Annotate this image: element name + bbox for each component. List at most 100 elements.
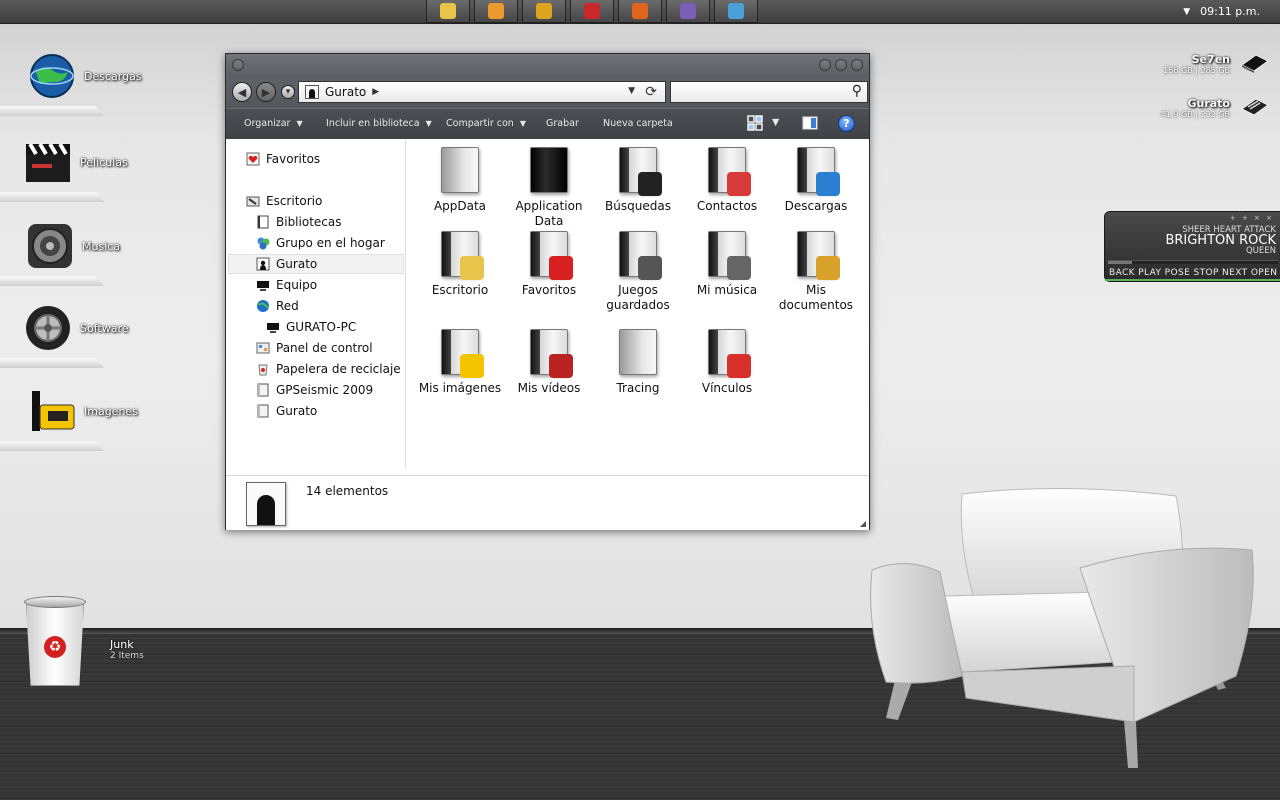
shelf-peliculas[interactable]: Peliculas [0,136,140,206]
tree-item-recycle-bin[interactable]: Papelera de reciclaje [256,360,401,378]
minimize-button[interactable] [819,59,831,71]
folder-item[interactable]: Búsquedas [596,147,680,214]
search-icon[interactable]: ⚲ [852,83,862,99]
junk-count: 2 Items [110,651,144,661]
removable-drive-icon [1241,98,1269,116]
photo-viewer-icon [728,3,744,19]
preview-pane-icon[interactable] [802,115,818,131]
links-folder-icon [708,329,751,378]
folder-badge [727,172,751,196]
pidgin-icon [680,3,696,19]
tree-item-network[interactable]: Red [256,297,299,315]
tree-item-libraries[interactable]: Bibliotecas [256,213,341,231]
folder-item[interactable]: Contactos [685,147,769,214]
progress-bar[interactable] [1108,260,1278,264]
address-dropdown-icon[interactable]: ▼ [628,86,635,96]
dock-app-winamp[interactable] [522,0,566,23]
folder-item[interactable]: Mis imágenes [418,329,502,396]
window-body: Favoritos Escritorio Bibliotecas Grupo e… [226,139,869,530]
shelf-imagenes[interactable]: Imagenes [0,385,140,455]
folder-item[interactable]: Favoritos [507,231,591,298]
shelf-musica[interactable]: Musica [0,220,140,290]
folder-spine [531,232,540,276]
command-bar: Organizar ▼ Incluir en biblioteca ▼ Compar… [226,108,869,139]
drive-se7en[interactable]: Se7en 156 GB | 285 GB [1163,53,1269,75]
folder-item[interactable]: Application Data [507,147,591,229]
chevron-right-icon[interactable]: ▶ [372,87,379,97]
tray-arrow-icon[interactable]: ▼ [1183,7,1190,17]
shelf-board [0,192,104,202]
view-dropdown-icon[interactable]: ▼ [772,117,779,128]
app-dock [426,0,758,24]
item-count: 14 elementos [306,484,389,498]
tree-item-computer[interactable]: Equipo [256,276,317,294]
dock-app-flash[interactable] [570,0,614,23]
chevron-down-icon: ▼ [296,119,303,128]
maximize-button[interactable] [835,59,847,71]
address-bar[interactable]: Gurato ▶ ▼ ⟳ [298,81,666,103]
dock-app-notes[interactable] [426,0,470,23]
search-input[interactable]: ⚲ [670,81,868,103]
folder-item[interactable]: Juegos guardados [596,231,680,313]
tree-item-pc[interactable]: GURATO-PC [266,318,356,336]
share-button[interactable]: Compartir con ▼ [446,118,526,129]
shelf-label: Software [80,322,129,335]
organize-button[interactable]: Organizar ▼ [244,118,303,129]
folder-badge [460,354,484,378]
homegroup-icon [257,237,270,250]
address-segment[interactable]: Gurato [325,85,366,99]
refresh-icon[interactable]: ⟳ [645,84,657,100]
junk-bin[interactable]: ♻ [24,594,86,686]
dock-app-media-player[interactable] [474,0,518,23]
new-folder-button[interactable]: Nueva carpeta [603,118,673,129]
folder-item[interactable]: Mis vídeos [507,329,591,396]
folder-spine [709,232,718,276]
help-icon[interactable]: ? [838,115,855,132]
folder-item[interactable]: Mi música [685,231,769,298]
tree-item-homegroup[interactable]: Grupo en el hogar [256,234,385,252]
folder-item[interactable]: Descargas [774,147,858,214]
folder-spine [620,148,629,192]
close-button[interactable] [851,59,863,71]
include-library-button[interactable]: Incluir en biblioteca ▼ [326,118,432,129]
tree-item-favorites[interactable]: Favoritos [246,150,320,168]
tree-item-desktop[interactable]: Escritorio [246,192,322,210]
tree-item-user[interactable]: Gurato [256,255,317,273]
dock-app-firefox[interactable] [618,0,662,23]
folder-badge [727,256,751,280]
window-titlebar[interactable] [226,54,869,78]
folder-icon [441,147,479,193]
burn-button[interactable]: Grabar [546,118,579,129]
dock-app-pidgin[interactable] [666,0,710,23]
chevron-down-icon: ▼ [519,119,526,128]
player-buttons[interactable]: BACK PLAY POSE STOP NEXT OPEN [1109,268,1277,278]
tree-item-user-2[interactable]: Gurato [256,402,317,420]
player-window-controls[interactable]: + + × × [1230,214,1274,222]
accent-line [1105,279,1280,281]
tree-item-control-panel[interactable]: Panel de control [256,339,373,357]
window-menu-icon[interactable] [232,59,244,71]
folder-item[interactable]: Mis documentos [774,231,858,313]
forward-button[interactable]: ▶ [256,82,276,102]
clock-area: ▼ 09:11 p.m. [1183,5,1260,18]
folder-item[interactable]: Vínculos [685,329,769,396]
back-button[interactable]: ◀ [232,82,252,102]
shelf-descargas[interactable]: Descargas [0,50,142,120]
favorites-icon [246,152,260,166]
recent-pages-button[interactable]: ▾ [281,85,295,99]
shelf-board [0,358,104,368]
documents-folder-icon [797,231,840,280]
computer-icon [257,281,269,291]
folder-item[interactable]: Escritorio [418,231,502,298]
dock-app-photo-viewer[interactable] [714,0,758,23]
shelf-software[interactable]: Software [0,302,140,372]
folder-item[interactable]: Tracing [596,329,680,396]
view-options-icon[interactable] [747,115,763,131]
drive-gurato[interactable]: Gurato 41,9 GB | 232 GB [1161,97,1269,119]
contacts-folder-icon [708,147,751,196]
shelf-board [0,276,104,286]
clapperboard-icon [26,142,70,182]
tree-item-gpseismic[interactable]: GPSeismic 2009 [256,381,373,399]
explorer-window: ◀ ▶ ▾ Gurato ▶ ▼ ⟳ ⚲ Organizar ▼ Incluir … [225,53,870,530]
folder-item[interactable]: AppData [418,147,502,214]
